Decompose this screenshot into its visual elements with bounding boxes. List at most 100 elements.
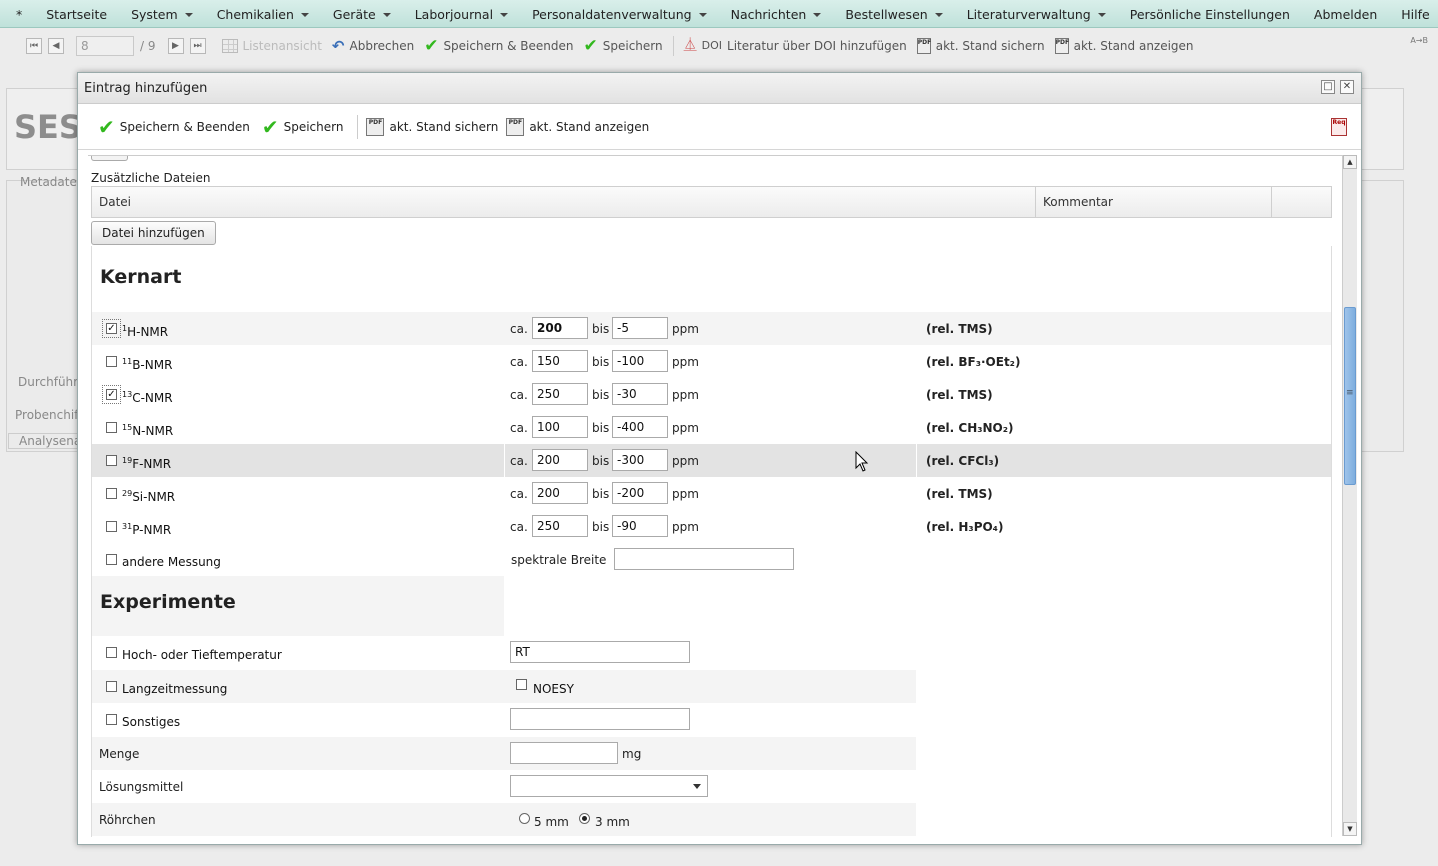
range-to-input[interactable]: -400 (612, 416, 668, 438)
range-from-input[interactable]: 200 (532, 482, 588, 504)
bg-page-title: SES (14, 108, 82, 146)
dialog-show-state-button[interactable]: PDF akt. Stand anzeigen (506, 117, 649, 136)
maximize-icon[interactable]: □ (1321, 80, 1335, 94)
range-to-input[interactable]: -5 (612, 317, 668, 339)
nucleus-checkbox[interactable] (106, 488, 117, 499)
nucleus-checkbox[interactable]: ✓ (102, 385, 121, 404)
range-to-input[interactable]: -90 (612, 515, 668, 537)
first-record-icon[interactable]: ⏮ (26, 38, 42, 54)
request-icon[interactable]: Req (1331, 118, 1347, 136)
scroll-thumb[interactable] (1344, 307, 1356, 485)
nucleus-name: C-NMR (132, 391, 173, 405)
range-to-input[interactable]: -200 (612, 482, 668, 504)
doi-add-button[interactable]: ⏅ DOI Literatur über DOI hinzufügen (684, 38, 907, 54)
menu-item-12[interactable]: Hilfe (1389, 0, 1438, 28)
other-experiment-checkbox[interactable] (106, 714, 117, 725)
menu-item-1[interactable]: Startseite (34, 0, 119, 28)
show-state-label: akt. Stand anzeigen (1073, 39, 1194, 53)
scroll-up-icon[interactable]: ▲ (1343, 155, 1357, 169)
prev-record-icon[interactable]: ◀ (48, 38, 64, 54)
last-record-icon[interactable]: ⏭ (189, 38, 206, 54)
menu-item-4[interactable]: Geräte (321, 0, 403, 28)
menu-item-11[interactable]: Abmelden (1302, 0, 1389, 28)
range-from-input[interactable]: 250 (532, 383, 588, 405)
temperature-checkbox[interactable] (106, 647, 117, 658)
menu-item-8[interactable]: Bestellwesen (833, 0, 954, 28)
nucleus-checkbox[interactable] (106, 521, 117, 532)
range-to-input[interactable]: -100 (612, 350, 668, 372)
arrow-hint-icon[interactable]: A→B (1410, 36, 1428, 45)
range-from-input[interactable]: 150 (532, 350, 588, 372)
nucleus-name: P-NMR (132, 523, 172, 537)
noesy-checkbox[interactable] (516, 679, 527, 690)
nucleus-checkbox[interactable] (106, 356, 117, 367)
spectral-width-input[interactable] (614, 548, 794, 570)
cell: 31P-NMR (92, 510, 504, 543)
next-record-icon[interactable]: ▶ (167, 38, 184, 54)
menu-item-9[interactable]: Literaturverwaltung (955, 0, 1118, 28)
ca-label: ca. (510, 421, 528, 435)
mass-number: 15 (122, 423, 133, 432)
previous-button-stub[interactable] (91, 156, 128, 161)
save-close-button[interactable]: ✔ Speichern & Beenden (424, 38, 573, 55)
other-measurement-checkbox[interactable] (106, 554, 117, 565)
cancel-label: Abbrechen (349, 39, 415, 53)
solvent-select[interactable] (510, 775, 708, 797)
add-file-button[interactable]: Datei hinzufügen (91, 221, 216, 245)
range-to-input[interactable]: -300 (612, 449, 668, 471)
reference-label: (rel. BF₃·OEt₂) (926, 355, 1021, 369)
dialog-save-button[interactable]: ✔ Speichern (262, 117, 344, 137)
menu-item-7[interactable]: Nachrichten (719, 0, 834, 28)
menu-item-3[interactable]: Chemikalien (205, 0, 321, 28)
cell: (rel. TMS) (918, 378, 1331, 411)
range-from-input[interactable]: 200 (532, 449, 588, 471)
cell: ca. 200 bis -5 ppm (506, 312, 916, 345)
show-state-button[interactable]: PDF akt. Stand anzeigen (1054, 38, 1194, 54)
close-icon[interactable]: ✕ (1340, 80, 1354, 94)
other-experiment-label: Sonstiges (122, 715, 181, 729)
record-number-input[interactable]: 8 (76, 36, 134, 56)
range-from-input[interactable]: 250 (532, 515, 588, 537)
dialog-scrollbar[interactable]: ▲ ▼ (1342, 155, 1357, 836)
menu-item-5[interactable]: Laborjournal (403, 0, 520, 28)
cell: ca. 200 bis -200 ppm (506, 477, 916, 510)
range-to-input[interactable]: -30 (612, 383, 668, 405)
undo-icon: ↶ (331, 37, 345, 55)
col-comment-header[interactable]: Kommentar (1043, 187, 1113, 217)
ppm-unit: ppm (672, 421, 699, 435)
solvent-row: Lösungsmittel (92, 770, 916, 803)
experimente-heading: Experimente (100, 591, 236, 613)
save-button[interactable]: ✔ Speichern (584, 38, 663, 55)
long-measurement-checkbox[interactable] (106, 681, 117, 692)
nucleus-checkbox[interactable] (106, 455, 117, 466)
nucleus-checkbox[interactable] (106, 422, 117, 433)
scroll-down-icon[interactable]: ▼ (1343, 822, 1357, 836)
cell: (rel. H₃PO₄) (918, 510, 1331, 543)
save-state-button[interactable]: PDF akt. Stand sichern (916, 38, 1045, 54)
menu-item-0[interactable]: * (0, 0, 34, 28)
other-experiment-input[interactable] (510, 708, 690, 730)
reference-label: (rel. TMS) (926, 322, 993, 336)
menu-item-10[interactable]: Persönliche Einstellungen (1118, 0, 1302, 28)
nucleus-checkbox[interactable]: ✓ (102, 319, 121, 338)
mass-number: 29 (122, 489, 133, 498)
cancel-button[interactable]: ↶ Abbrechen (332, 38, 414, 54)
bis-label: bis (592, 388, 610, 402)
menu-item-6[interactable]: Personaldatenverwaltung (520, 0, 719, 28)
dialog-save-close-button[interactable]: ✔ Speichern & Beenden (98, 117, 250, 137)
col-file-header[interactable]: Datei (99, 187, 131, 217)
list-view-button[interactable]: Listenansicht (221, 39, 322, 53)
dialog-save-state-button[interactable]: PDF akt. Stand sichern (366, 117, 498, 136)
bis-label: bis (592, 322, 610, 336)
mass-number: 19 (122, 456, 133, 465)
menu-item-2[interactable]: System (119, 0, 205, 28)
range-from-input[interactable]: 200 (532, 317, 588, 339)
dialog-title: Eintrag hinzufügen (84, 81, 208, 96)
amount-input[interactable] (510, 742, 618, 764)
range-from-input[interactable]: 100 (532, 416, 588, 438)
nucleus-row: 31P-NMR ca. 250 bis -90 ppm (rel. H₃PO₄) (92, 510, 1331, 543)
temperature-input[interactable]: RT (510, 641, 690, 663)
tube-3mm-radio[interactable] (579, 813, 590, 824)
tube-5mm-radio[interactable] (519, 813, 530, 824)
cell: NOESY (506, 670, 916, 703)
